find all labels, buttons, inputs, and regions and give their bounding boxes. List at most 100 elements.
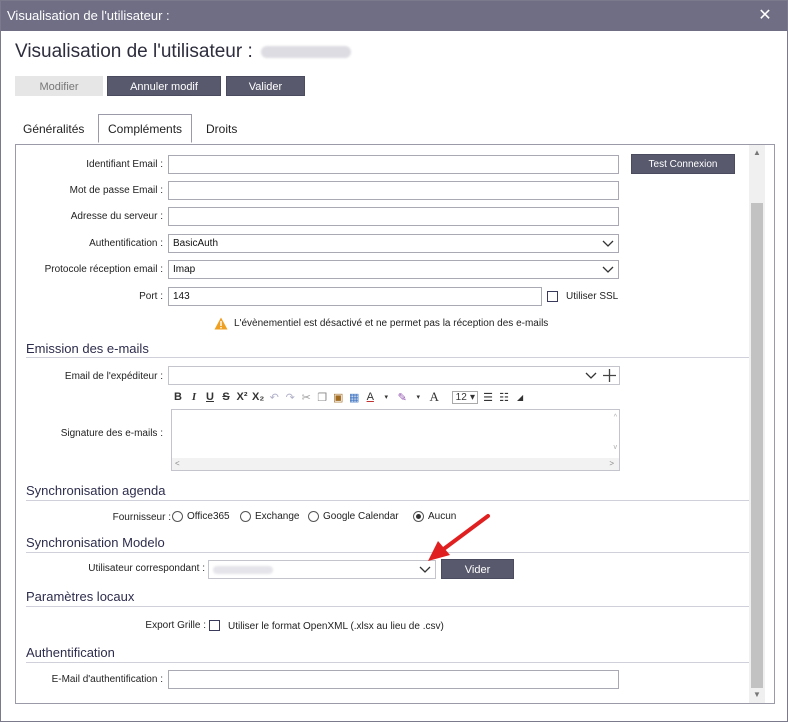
radio-google-calendar-label: Google Calendar [323, 511, 399, 522]
signature-toolbar: B I U S X² X₂ ↶ ↷ ✂ ❐ ▣ ▦ A ▾ ✎ ▾ A 12 ▾… [172, 389, 526, 405]
radio-dot [172, 511, 183, 522]
openxml-checkbox[interactable] [209, 620, 220, 631]
dropdown-arrow-icon[interactable]: ▾ [380, 393, 392, 401]
radio-dot [308, 511, 319, 522]
dropdown-arrow-icon[interactable]: ▾ [412, 393, 424, 401]
horizontal-scrollbar[interactable]: < > [172, 458, 619, 470]
user-match-select[interactable] [208, 560, 436, 579]
scroll-right-icon[interactable]: > [609, 458, 614, 470]
highlight-icon[interactable]: ✎ [396, 391, 408, 404]
test-connexion-button[interactable]: Test Connexion [631, 154, 735, 174]
identifiant-email-label: Identifiant Email : [86, 159, 163, 170]
radio-exchange[interactable]: Exchange [240, 511, 299, 522]
section-auth-title: Authentification [26, 645, 115, 660]
radio-office365[interactable]: Office365 [172, 511, 230, 522]
section-emission-title: Emission des e-mails [26, 341, 149, 356]
font-color-icon[interactable]: A [364, 391, 376, 403]
radio-office365-label: Office365 [187, 511, 230, 522]
scroll-up-icon[interactable]: ^ [614, 412, 617, 424]
openxml-label: Utiliser le format OpenXML (.xlsx au lie… [228, 621, 444, 632]
port-label: Port : [139, 291, 163, 302]
signature-label: Signature des e-mails : [60, 428, 163, 439]
numbered-list-icon[interactable]: ☷ [498, 391, 510, 404]
section-divider [26, 552, 754, 553]
font-size-value: 12 [455, 391, 467, 403]
radio-google-calendar[interactable]: Google Calendar [308, 511, 399, 522]
annuler-modif-button[interactable]: Annuler modif [107, 76, 221, 96]
server-address-label: Adresse du serveur : [70, 211, 163, 222]
password-email-field[interactable] [168, 181, 619, 200]
provider-label: Fournisseur : [112, 512, 171, 523]
bullet-list-icon[interactable]: ☰ [482, 391, 494, 404]
valider-button[interactable]: Valider [226, 76, 305, 96]
ssl-label: Utiliser SSL [566, 291, 619, 302]
tab-generalites[interactable]: Généralités [23, 119, 84, 139]
authentification-label: Authentification : [89, 238, 163, 249]
signature-editor[interactable]: < > ^ v [171, 409, 620, 471]
complements-panel: Identifiant Email : Test Connexion Mot d… [15, 144, 775, 704]
italic-icon[interactable]: I [188, 391, 200, 403]
password-email-label: Mot de passe Email : [69, 185, 163, 196]
authentification-value: BasicAuth [173, 238, 219, 249]
modifier-button[interactable]: Modifier [15, 76, 103, 96]
section-divider [26, 662, 754, 663]
cut-icon[interactable]: ✂ [300, 391, 312, 404]
identifiant-email-field[interactable] [168, 155, 619, 174]
scroll-down-icon[interactable]: ▼ [749, 687, 765, 703]
warning-message: L'évènementiel est désactivé et ne perme… [214, 317, 548, 330]
scroll-down-icon[interactable]: v [614, 439, 618, 456]
scroll-left-icon[interactable]: < [175, 458, 180, 470]
redacted-username [260, 45, 351, 58]
undo-icon[interactable]: ↶ [268, 391, 280, 404]
section-divider [26, 606, 754, 607]
authentification-select[interactable]: BasicAuth [168, 234, 619, 253]
page-title-text: Visualisation de l'utilisateur : [15, 41, 253, 62]
window-title: Visualisation de l'utilisateur : [7, 8, 170, 23]
section-divider [26, 500, 754, 501]
warning-text: L'évènementiel est désactivé et ne perme… [234, 318, 549, 329]
tab-droits[interactable]: Droits [206, 119, 237, 139]
vertical-scrollbar[interactable]: ▲ ▼ [749, 145, 765, 703]
close-icon[interactable]: ✕ [757, 1, 773, 31]
scrollbar-thumb[interactable] [751, 203, 763, 688]
redo-icon[interactable]: ↷ [284, 391, 296, 404]
paste-icon[interactable]: ▣ [332, 391, 344, 404]
section-local-title: Paramètres locaux [26, 589, 135, 604]
font-family-icon[interactable]: A [428, 389, 440, 405]
radio-dot [240, 511, 251, 522]
chevron-down-icon [585, 367, 597, 389]
protocol-value: Imap [173, 264, 196, 275]
font-size-select[interactable]: 12 ▾ [452, 390, 479, 404]
bold-icon[interactable]: B [172, 391, 184, 403]
protocol-label: Protocole réception email : [44, 264, 163, 275]
underline-icon[interactable]: U [204, 391, 216, 403]
superscript-icon[interactable]: X² [236, 391, 248, 403]
section-divider [26, 357, 754, 358]
subscript-icon[interactable]: X₂ [252, 391, 264, 403]
chevron-down-icon [602, 235, 614, 257]
port-field[interactable]: 143 [168, 287, 542, 306]
server-address-field[interactable] [168, 207, 619, 226]
resize-icon[interactable]: ◢ [514, 393, 526, 402]
auth-email-label: E-Mail d'authentification : [51, 674, 163, 685]
paste-special-icon[interactable]: ▦ [348, 391, 360, 404]
title-bar: Visualisation de l'utilisateur : ✕ [1, 1, 787, 31]
chevron-down-icon [602, 261, 614, 283]
radio-exchange-label: Exchange [255, 511, 300, 522]
user-match-label: Utilisateur correspondant : [88, 563, 205, 574]
plus-icon[interactable] [603, 367, 616, 389]
redacted-user-value [213, 566, 273, 574]
sender-email-select[interactable] [168, 366, 620, 385]
auth-email-field[interactable] [168, 670, 619, 689]
copy-icon[interactable]: ❐ [316, 391, 328, 404]
scroll-up-icon[interactable]: ▲ [749, 145, 765, 161]
arrow-annotation [428, 514, 490, 561]
tab-complements[interactable]: Compléments [98, 114, 193, 143]
strikethrough-icon[interactable]: S [220, 391, 232, 403]
tab-bar: Généralités Compléments Droits [15, 111, 775, 145]
dialog-window: Visualisation de l'utilisateur : ✕ Visua… [0, 0, 788, 722]
ssl-checkbox[interactable] [547, 291, 558, 302]
export-grille-label: Export Grille : [145, 620, 206, 631]
protocol-select[interactable]: Imap [168, 260, 619, 279]
page-title: Visualisation de l'utilisateur : [15, 41, 351, 63]
